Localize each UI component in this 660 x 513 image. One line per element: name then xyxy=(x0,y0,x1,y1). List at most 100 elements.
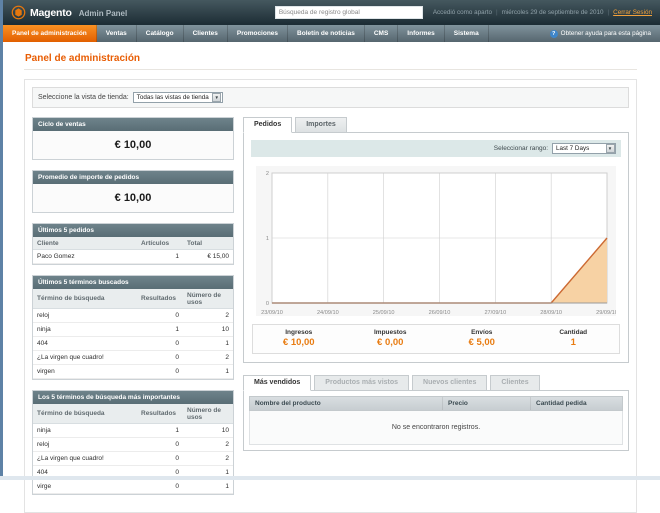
cell-term: reloj xyxy=(33,437,137,452)
store-view-value: Todas las vistas de tienda xyxy=(136,94,209,101)
svg-text:1: 1 xyxy=(266,236,269,242)
tab-bestsellers[interactable]: Más vendidos xyxy=(243,375,312,391)
col-header-uses: Número de usos xyxy=(183,404,233,424)
store-view-label: Seleccione la vista de tienda: xyxy=(38,94,129,101)
store-view-bar: Seleccione la vista de tienda: Todas las… xyxy=(32,87,629,108)
chevron-down-icon: ▼ xyxy=(212,93,222,102)
range-select[interactable]: Last 7 Days ▼ xyxy=(552,143,616,154)
svg-text:28/09/10: 28/09/10 xyxy=(540,310,562,316)
nav-item-promotions[interactable]: Promociones xyxy=(228,25,289,42)
svg-text:27/09/10: 27/09/10 xyxy=(484,310,506,316)
svg-text:23/09/10: 23/09/10 xyxy=(261,310,283,316)
magento-admin-screen: Magento Admin Panel Accedió como aparto … xyxy=(3,0,660,513)
store-view-select[interactable]: Todas las vistas de tienda ▼ xyxy=(132,92,223,103)
current-date: miércoles 29 de septiembre de 2010 xyxy=(501,9,604,16)
cell-customer: Paco Gomez xyxy=(33,249,137,264)
table-row: ninja 1 10 xyxy=(33,322,233,337)
cell-term: virge xyxy=(33,479,137,494)
col-header-product: Nombre del producto xyxy=(255,400,321,407)
range-bar: Seleccionar rango: Last 7 Days ▼ xyxy=(251,140,621,157)
tab-new-customers[interactable]: Nuevos clientes xyxy=(412,375,488,391)
logout-link[interactable]: Cerrar Sesión xyxy=(613,9,652,16)
help-link[interactable]: ? Obtener ayuda para esta página xyxy=(541,25,660,42)
lifetime-sales-value: € 10,00 xyxy=(33,131,233,159)
stat-value: € 5,00 xyxy=(468,337,495,348)
orders-panel: Seleccionar rango: Last 7 Days ▼ 23/09/1… xyxy=(243,132,629,363)
stat-value: 1 xyxy=(570,337,576,348)
global-search-input[interactable] xyxy=(274,6,423,19)
logged-in-text: Accedió como aparto xyxy=(432,9,492,16)
dashboard-main: Pedidos Importes Seleccionar rango: Last… xyxy=(243,117,629,451)
tab-amounts[interactable]: Importes xyxy=(295,117,347,133)
magento-brand: Magento Admin Panel xyxy=(11,5,127,20)
last-orders-box: Últimos 5 pedidos Cliente Artículos Tota… xyxy=(32,223,234,265)
cell-total: € 15,00 xyxy=(183,249,233,264)
table-row: virge 0 1 xyxy=(33,479,233,494)
last-search-terms-box: Últimos 5 términos buscados Término de b… xyxy=(32,275,234,380)
dashboard-container: Seleccione la vista de tienda: Todas las… xyxy=(24,79,637,513)
table-row: Paco Gomez 1 € 15,00 xyxy=(33,249,233,264)
col-header-total: Total xyxy=(183,237,233,250)
page-title: Panel de administración xyxy=(24,47,637,70)
last-search-terms-table: Término de búsqueda Resultados Número de… xyxy=(33,289,233,379)
grid-header-row: Nombre del producto Precio Cantidad pedi… xyxy=(249,396,623,411)
average-orders-box: Promedio de importe de pedidos € 10,00 xyxy=(32,170,234,213)
nav-item-dashboard[interactable]: Panel de administración xyxy=(3,25,97,42)
tab-most-viewed[interactable]: Productos más vistos xyxy=(314,375,410,391)
nav-item-system[interactable]: Sistema xyxy=(445,25,489,42)
table-row: reloj 0 2 xyxy=(33,437,233,452)
svg-text:0: 0 xyxy=(266,301,269,307)
nav-item-reports[interactable]: Informes xyxy=(398,25,445,42)
last-orders-table: Cliente Artículos Total Paco Gomez 1 € 1… xyxy=(33,237,233,264)
cell-uses: 1 xyxy=(183,364,233,379)
cell-results: 0 xyxy=(137,479,183,494)
nav-item-customers[interactable]: Clientes xyxy=(184,25,228,42)
range-label: Seleccionar rango: xyxy=(493,145,548,152)
tab-customers[interactable]: Clientes xyxy=(490,375,540,391)
col-header-results: Resultados xyxy=(137,289,183,309)
table-row: reloj 0 2 xyxy=(33,308,233,323)
bottom-grids-section: Más vendidos Productos más vistos Nuevos… xyxy=(243,375,629,451)
cell-term: 404 xyxy=(33,336,137,351)
tab-orders[interactable]: Pedidos xyxy=(243,117,293,133)
col-header-price: Precio xyxy=(442,397,530,410)
magento-logo-icon xyxy=(11,5,26,20)
nav-item-newsletter[interactable]: Boletín de noticias xyxy=(288,25,365,42)
box-title: Los 5 términos de búsqueda más important… xyxy=(33,391,233,404)
top-search-terms-table: Término de búsqueda Resultados Número de… xyxy=(33,404,233,494)
header-bar: Magento Admin Panel Accedió como aparto … xyxy=(3,0,660,25)
stat-revenue: Ingresos € 10,00 xyxy=(253,329,345,348)
col-header-customer: Cliente xyxy=(33,237,137,250)
cell-uses: 2 xyxy=(183,451,233,466)
cell-results: 0 xyxy=(137,308,183,323)
col-header-term: Término de búsqueda xyxy=(33,289,137,309)
cell-term: reloj xyxy=(33,308,137,323)
svg-text:26/09/10: 26/09/10 xyxy=(429,310,451,316)
brand-suffix: Admin Panel xyxy=(78,8,128,18)
col-header-term: Término de búsqueda xyxy=(33,404,137,424)
stat-label: Cantidad xyxy=(559,329,588,336)
cell-term: ninja xyxy=(33,423,137,438)
nav-item-catalog[interactable]: Catálogo xyxy=(137,25,184,42)
svg-text:2: 2 xyxy=(266,171,269,177)
col-header-results: Resultados xyxy=(137,404,183,424)
cell-uses: 2 xyxy=(183,308,233,323)
box-title: Ciclo de ventas xyxy=(33,118,233,131)
separator: | xyxy=(495,9,498,16)
cell-term: virgen xyxy=(33,364,137,379)
brand-name: Magento xyxy=(30,6,72,19)
cell-uses: 10 xyxy=(183,322,233,337)
cell-term: ¿La virgen que cuadro! xyxy=(33,350,137,365)
empty-records-message: No se encontraron registros. xyxy=(249,411,623,445)
cell-results: 0 xyxy=(137,437,183,452)
table-row: 404 0 1 xyxy=(33,336,233,351)
nav-item-sales[interactable]: Ventas xyxy=(97,25,137,42)
nav-item-cms[interactable]: CMS xyxy=(365,25,399,42)
box-title: Últimos 5 términos buscados xyxy=(33,276,233,289)
window-edge-bottom xyxy=(0,476,660,480)
cell-uses: 1 xyxy=(183,479,233,494)
lifetime-sales-box: Ciclo de ventas € 10,00 xyxy=(32,117,234,160)
cell-term: ninja xyxy=(33,322,137,337)
stat-value: € 0,00 xyxy=(377,337,404,348)
stat-shipping: Envíos € 5,00 xyxy=(436,329,528,348)
